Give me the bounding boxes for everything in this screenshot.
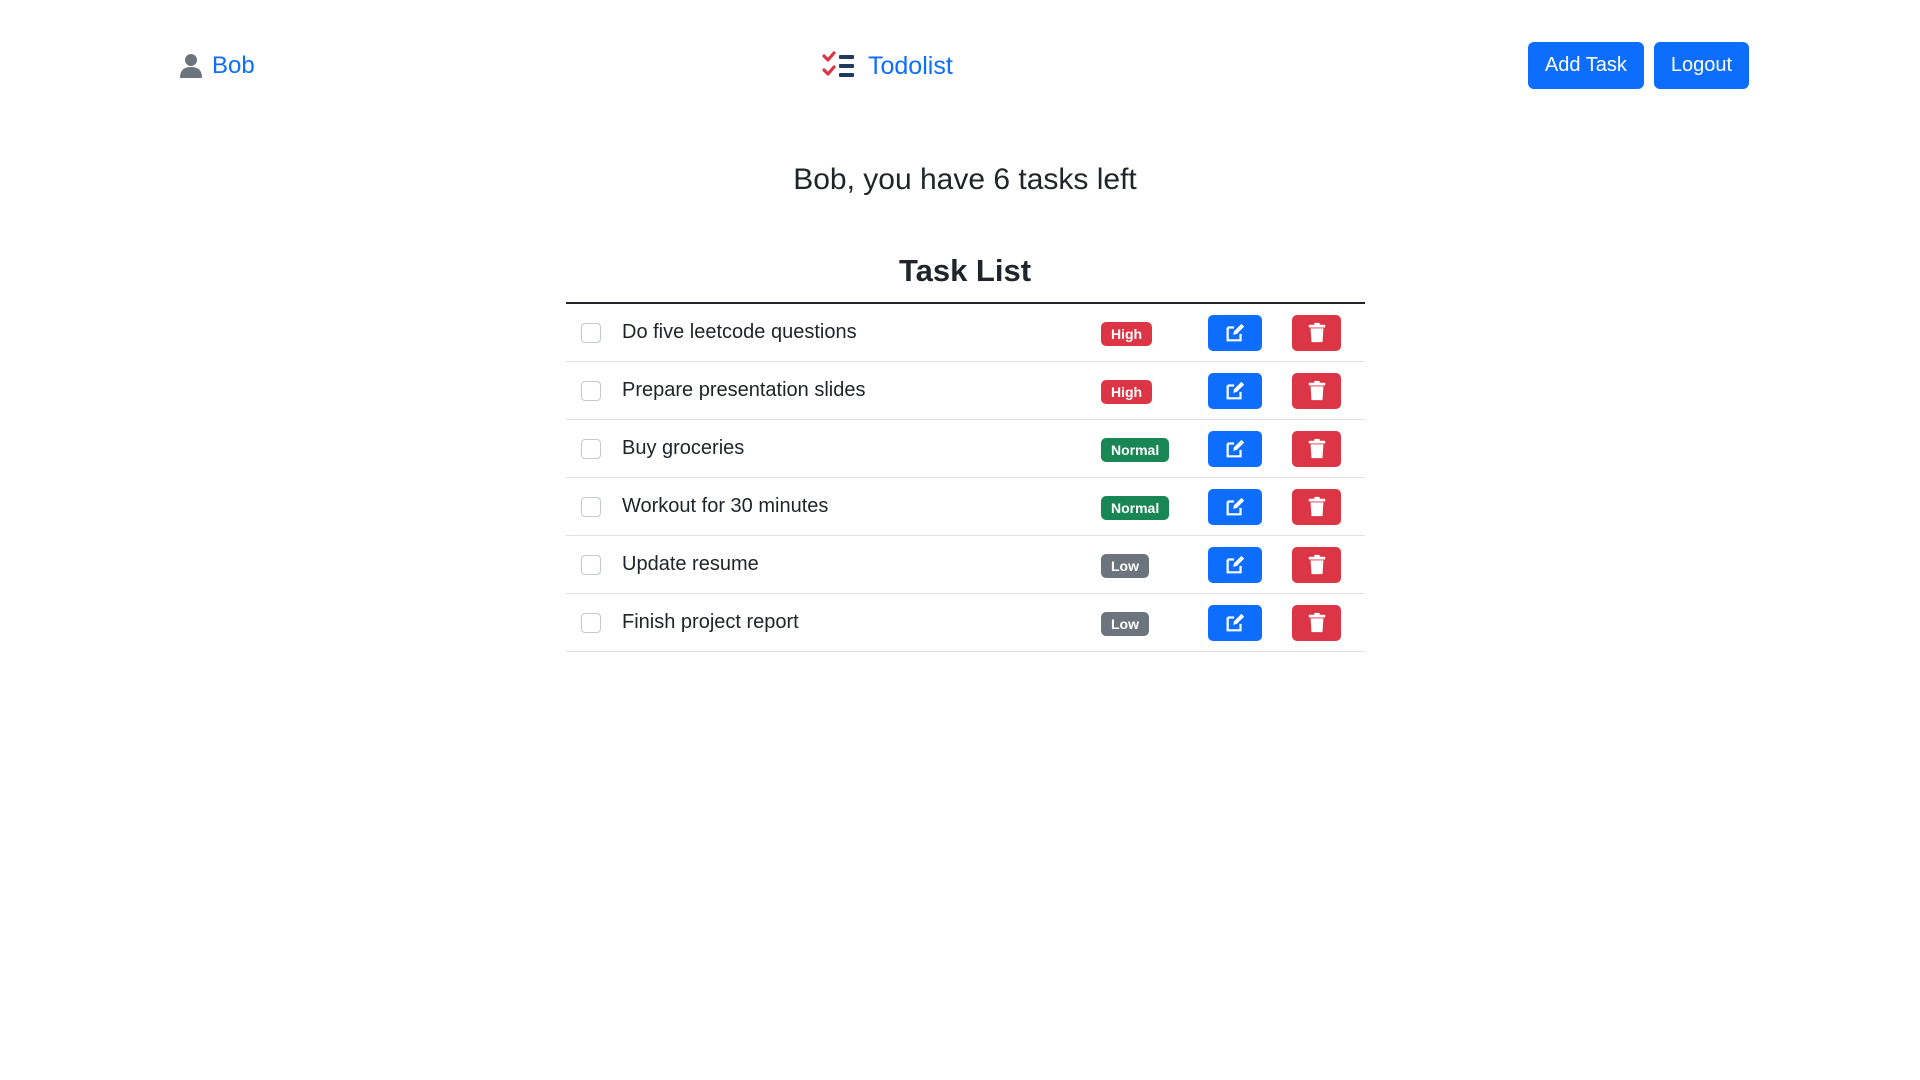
table-row: Finish project report Low [566, 594, 1365, 652]
task-title: Do five leetcode questions [622, 321, 857, 343]
task-list-title: Task List [898, 253, 1032, 288]
delete-task-button[interactable] [1292, 605, 1341, 641]
trash-icon [1308, 612, 1325, 633]
brand-text: Todolist [868, 52, 953, 80]
table-row: Prepare presentation slides High [566, 362, 1365, 420]
task-title: Update resume [622, 553, 759, 575]
table-row: Update resume Low [566, 536, 1365, 594]
task-checkbox[interactable] [581, 323, 601, 343]
priority-badge: High [1101, 380, 1153, 404]
edit-task-button[interactable] [1208, 547, 1262, 583]
edit-icon [1226, 381, 1245, 400]
edit-task-button[interactable] [1208, 373, 1262, 409]
task-title: Finish project report [622, 611, 799, 633]
user-icon [180, 54, 202, 78]
task-title: Buy groceries [622, 437, 745, 459]
task-checkbox[interactable] [581, 497, 601, 517]
delete-task-button[interactable] [1292, 373, 1341, 409]
navbar: Bob Todolist Add Task Logout [0, 42, 1920, 90]
task-checkbox[interactable] [581, 381, 601, 401]
task-checkbox[interactable] [581, 555, 601, 575]
edit-task-button[interactable] [1208, 605, 1262, 641]
task-title: Workout for 30 minutes [622, 495, 829, 517]
tasks-left-message: Bob, you have 6 tasks left [793, 163, 1137, 196]
edit-icon [1226, 613, 1245, 632]
user-name: Bob [212, 52, 255, 79]
delete-task-button[interactable] [1292, 489, 1341, 525]
delete-task-button[interactable] [1292, 547, 1341, 583]
trash-icon [1308, 438, 1325, 459]
table-row: Workout for 30 minutes Normal [566, 478, 1365, 536]
priority-badge: High [1101, 322, 1153, 346]
add-task-button[interactable]: Add Task [1527, 42, 1644, 89]
table-row: Buy groceries Normal [566, 420, 1365, 478]
delete-task-button[interactable] [1292, 315, 1341, 351]
priority-badge: Low [1101, 554, 1149, 578]
priority-badge: Normal [1101, 438, 1170, 462]
nav-actions: Add Task Logout [1527, 42, 1749, 89]
task-checkbox[interactable] [581, 613, 601, 633]
edit-icon [1226, 555, 1245, 574]
task-title: Prepare presentation slides [622, 379, 866, 401]
edit-task-button[interactable] [1208, 431, 1262, 467]
edit-icon [1226, 497, 1245, 516]
brand-link[interactable]: Todolist [822, 50, 953, 82]
edit-task-button[interactable] [1208, 489, 1262, 525]
trash-icon [1308, 322, 1325, 343]
user-profile-link[interactable]: Bob [180, 50, 255, 82]
table-row: Do five leetcode questions High [566, 304, 1365, 362]
priority-badge: Low [1101, 612, 1149, 636]
edit-icon [1226, 439, 1245, 458]
trash-icon [1308, 380, 1325, 401]
edit-task-button[interactable] [1208, 315, 1262, 351]
task-table: Do five leetcode questions High Prepare … [566, 302, 1365, 652]
trash-icon [1308, 554, 1325, 575]
checklist-icon [822, 51, 854, 77]
delete-task-button[interactable] [1292, 431, 1341, 467]
task-checkbox[interactable] [581, 439, 601, 459]
logout-button[interactable]: Logout [1653, 42, 1749, 89]
priority-badge: Normal [1101, 496, 1170, 520]
trash-icon [1308, 496, 1325, 517]
edit-icon [1226, 323, 1245, 342]
